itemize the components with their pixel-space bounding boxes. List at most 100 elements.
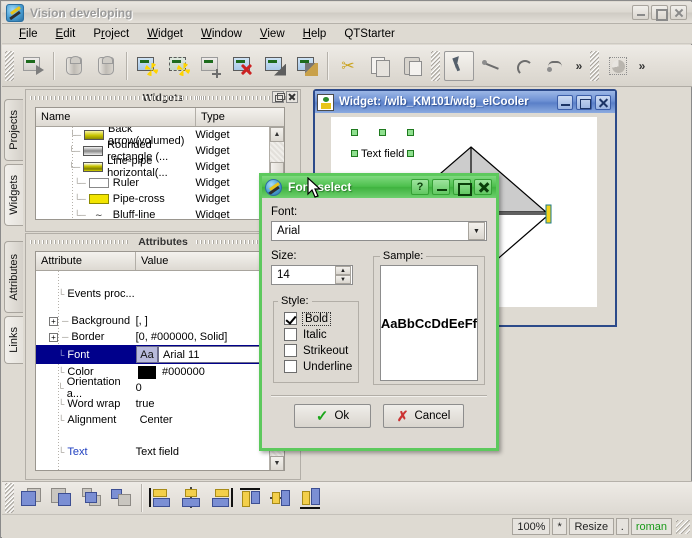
resize-grip[interactable] bbox=[676, 520, 690, 534]
style-option-strikeout[interactable]: Strikeout bbox=[284, 344, 354, 357]
attributes-column-value[interactable]: Value bbox=[136, 252, 270, 270]
align-bottom-icon[interactable] bbox=[298, 486, 324, 510]
spinner-down-icon[interactable]: ▼ bbox=[335, 275, 351, 284]
ok-button[interactable]: ✓ Ok bbox=[294, 404, 371, 428]
menu-edit[interactable]: Edit bbox=[47, 26, 85, 42]
sidebar-tab-projects[interactable]: Projects bbox=[4, 99, 23, 161]
color-swatch[interactable] bbox=[138, 366, 156, 379]
menu-window[interactable]: Window bbox=[192, 26, 251, 42]
expand-toggle-icon[interactable]: + bbox=[49, 333, 58, 342]
toolbar-grip-3[interactable] bbox=[590, 51, 599, 81]
library-import-icon[interactable] bbox=[59, 51, 89, 81]
new-library-icon[interactable] bbox=[164, 51, 194, 81]
table-row[interactable]: └ Orientation a... 0 bbox=[36, 380, 269, 396]
bottom-toolbar-grip[interactable] bbox=[5, 483, 14, 513]
table-row[interactable]: └─ Line-pipe horizontal(... Widget bbox=[36, 159, 269, 175]
widgets-column-type[interactable]: Type bbox=[196, 108, 270, 126]
bezier-tool-icon[interactable] bbox=[540, 51, 570, 81]
font-dialog-minimize-button[interactable] bbox=[432, 179, 450, 195]
raise-one-icon[interactable] bbox=[79, 486, 105, 510]
copy-icon[interactable] bbox=[365, 51, 395, 81]
style-option-underline[interactable]: Underline bbox=[284, 360, 354, 373]
align-left-icon[interactable] bbox=[148, 486, 174, 510]
menu-view[interactable]: View bbox=[251, 26, 294, 42]
widget-editor-minimize-button[interactable] bbox=[557, 95, 573, 110]
widgets-dock-close-button[interactable] bbox=[286, 91, 298, 103]
scroll-down-button[interactable]: ▼ bbox=[270, 456, 284, 471]
align-center-horizontal-icon[interactable] bbox=[268, 486, 294, 510]
align-center-vertical-icon[interactable] bbox=[178, 486, 204, 510]
dock-resize-grip[interactable] bbox=[114, 96, 204, 100]
chevron-down-icon[interactable]: ▼ bbox=[468, 222, 485, 240]
sidebar-tab-widgets[interactable]: Widgets bbox=[4, 164, 23, 226]
window-close-button[interactable] bbox=[670, 5, 687, 20]
checkbox-underline[interactable] bbox=[284, 360, 297, 373]
font-dialog-maximize-button[interactable] bbox=[453, 179, 471, 195]
resize-handle-sw[interactable] bbox=[351, 150, 358, 157]
table-row[interactable]: └ Color #000000 bbox=[36, 364, 269, 380]
widgets-dock-float-button[interactable] bbox=[272, 91, 284, 103]
cancel-button[interactable]: ✗ Cancel bbox=[383, 404, 464, 428]
spinner-up-icon[interactable]: ▲ bbox=[335, 266, 351, 275]
library-export-icon[interactable] bbox=[91, 51, 121, 81]
align-top-icon[interactable] bbox=[238, 486, 264, 510]
font-family-combobox[interactable]: Arial ▼ bbox=[271, 221, 487, 241]
font-size-spinner[interactable]: 14 ▲ ▼ bbox=[271, 265, 353, 285]
table-row[interactable]: + ─ Background [, ] bbox=[36, 313, 269, 329]
align-right-icon[interactable] bbox=[208, 486, 234, 510]
resize-handle-se[interactable] bbox=[407, 150, 414, 157]
selected-text-field[interactable]: Text field bbox=[351, 129, 413, 157]
table-row[interactable]: + ─ Border [0, #000000, Solid] bbox=[36, 329, 269, 345]
toolbar-grip[interactable] bbox=[5, 51, 14, 81]
toolbar-overflow-1[interactable]: » bbox=[571, 59, 587, 73]
attributes-column-attribute[interactable]: Attribute bbox=[36, 252, 136, 270]
resize-handle-ne[interactable] bbox=[407, 129, 414, 136]
paste-icon[interactable] bbox=[397, 51, 427, 81]
add-widget-icon[interactable] bbox=[196, 51, 226, 81]
style-option-italic[interactable]: Italic bbox=[284, 328, 354, 341]
expand-toggle-icon[interactable]: + bbox=[49, 317, 58, 326]
checkbox-italic[interactable] bbox=[284, 328, 297, 341]
sidebar-tab-attributes[interactable]: Attributes bbox=[4, 241, 23, 313]
scroll-up-button[interactable]: ▲ bbox=[270, 127, 284, 142]
resize-handle-n[interactable] bbox=[379, 129, 386, 136]
project-open-icon[interactable] bbox=[18, 51, 48, 81]
scroll-track-upper[interactable] bbox=[270, 142, 284, 162]
widget-editor-close-button[interactable] bbox=[595, 95, 611, 110]
widgets-column-name[interactable]: Name bbox=[36, 108, 196, 126]
resize-handle-nw[interactable] bbox=[351, 129, 358, 136]
delete-widget-icon[interactable] bbox=[228, 51, 258, 81]
toolbar-overflow-2[interactable]: » bbox=[634, 59, 650, 73]
table-row[interactable]: └─ Ruler Widget bbox=[36, 175, 269, 191]
line-tool-icon[interactable] bbox=[476, 51, 506, 81]
sidebar-tab-links[interactable]: Links bbox=[4, 316, 23, 364]
cut-icon[interactable]: ✂ bbox=[333, 51, 363, 81]
font-editor-button[interactable]: Aa bbox=[136, 346, 158, 363]
rename-widget-icon[interactable] bbox=[292, 51, 322, 81]
window-maximize-button[interactable] bbox=[651, 5, 668, 20]
menu-qtstarter[interactable]: QTStarter bbox=[335, 26, 403, 42]
table-row[interactable]: └ Text Text field bbox=[36, 444, 269, 460]
attribute-name-link[interactable]: Text bbox=[67, 446, 87, 458]
arc-tool-icon[interactable] bbox=[508, 51, 538, 81]
lower-to-back-icon[interactable] bbox=[49, 486, 75, 510]
lower-one-icon[interactable] bbox=[109, 486, 135, 510]
table-row[interactable]: └ Word wrap true bbox=[36, 396, 269, 412]
widget-editor-maximize-button[interactable] bbox=[576, 95, 592, 110]
menu-file[interactable]: File bbox=[10, 26, 47, 42]
raise-to-front-icon[interactable] bbox=[19, 486, 45, 510]
status-zoom[interactable]: 100% bbox=[512, 518, 550, 535]
checkbox-bold[interactable] bbox=[284, 312, 297, 325]
window-minimize-button[interactable] bbox=[632, 5, 649, 20]
table-row[interactable]: └ Events proc... bbox=[36, 285, 269, 303]
table-row-selected[interactable]: └ Font Aa Arial 11 bbox=[36, 345, 269, 364]
toolbar-grip-2[interactable] bbox=[431, 51, 440, 81]
menu-project[interactable]: Project bbox=[84, 26, 138, 42]
edit-widget-icon[interactable] bbox=[260, 51, 290, 81]
menu-widget[interactable]: Widget bbox=[138, 26, 192, 42]
table-row[interactable]: └ Alignment Center bbox=[36, 412, 269, 428]
style-option-bold[interactable]: Bold bbox=[284, 312, 354, 325]
select-tool-icon[interactable] bbox=[444, 51, 474, 81]
font-dialog-help-button[interactable]: ? bbox=[411, 179, 429, 195]
font-dialog-close-button[interactable] bbox=[474, 179, 492, 195]
